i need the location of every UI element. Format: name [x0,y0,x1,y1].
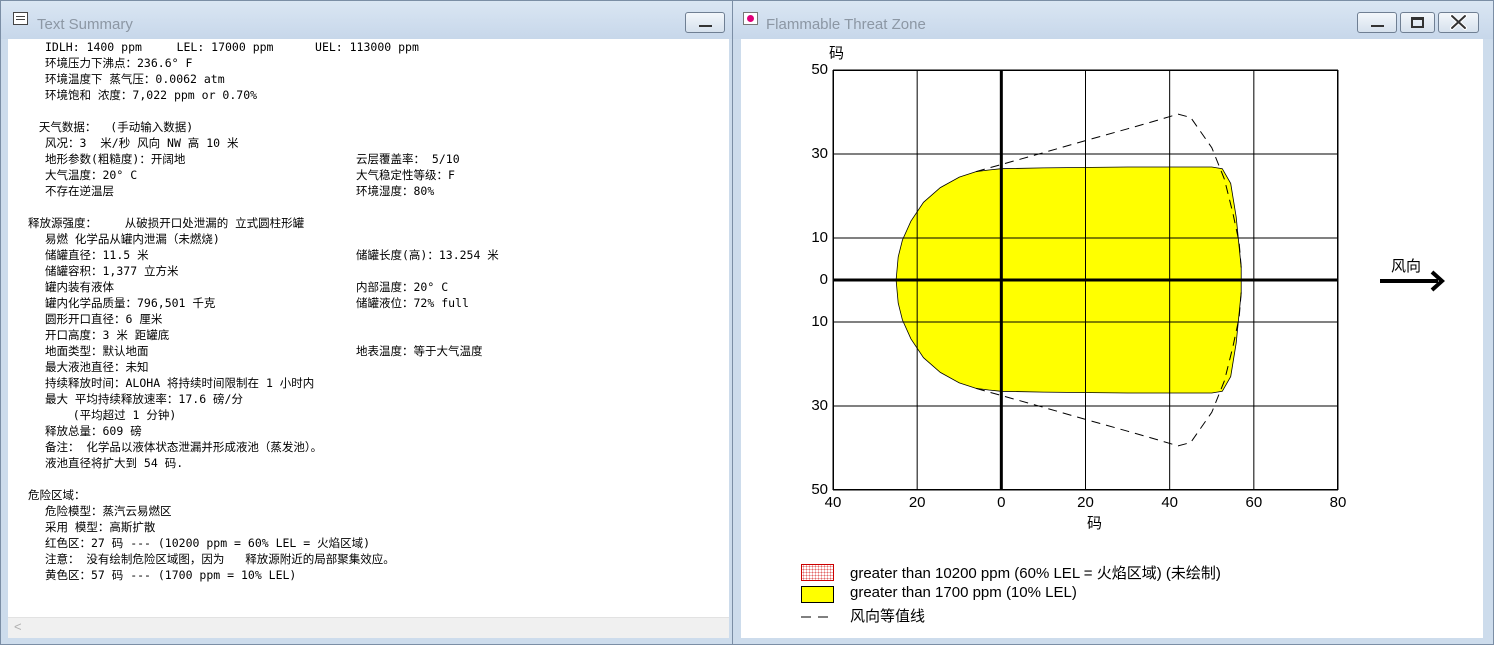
summary-line: 注意： 没有绘制危险区域图，因为 释放源附近的局部聚集效应。 [45,552,395,566]
legend-swatch-red-zone [801,564,834,581]
summary-line: 风况：3 米/秒 风向 NW 高 10 米 [45,136,239,150]
summary-line: 黄色区：57 码 --- (1700 ppm = 10% LEL) [45,568,297,582]
y-tick-label: 30 [811,145,828,162]
summary-line-right: 储罐长度(高)：13.254 米 [356,248,499,262]
y-tick-label: 50 [811,481,828,498]
summary-line-right: 云层覆盖率： 5/10 [356,152,460,166]
window-title: Flammable Threat Zone [766,16,926,33]
x-tick-label: 40 [1161,494,1178,511]
summary-line: 危险模型：蒸汽云易燃区 [45,504,172,518]
summary-line: 环境饱和 浓度：7,022 ppm or 0.70% [45,88,258,102]
summary-line: 易燃 化学品从罐内泄漏（未燃烧) [45,232,220,246]
minimize-button[interactable] [1357,12,1397,33]
summary-line: 环境温度下 蒸气压：0.0062 atm [45,72,225,86]
maximize-icon [1411,17,1424,28]
y-axis-unit: 码 [829,45,845,62]
close-button[interactable] [1438,12,1479,33]
horizontal-scrollbar[interactable]: < [8,617,729,638]
legend-label-red-zone: greater than 10200 ppm (60% LEL = 火焰区域) … [850,565,1221,582]
summary-line-right: 地表温度：等于大气温度 [356,344,483,358]
legend-label-yellow-zone: greater than 1700 ppm (10% LEL) [850,584,1077,601]
summary-line: 液池直径将扩大到 54 码. [45,456,184,470]
x-tick-label: 20 [908,494,926,511]
minimize-icon [1371,25,1384,27]
maximize-button[interactable] [1400,12,1435,33]
summary-line-right: 储罐液位：72% full [356,296,469,310]
summary-line: 释放源强度： 从破损开口处泄漏的 立式圆柱形罐 [28,216,305,230]
summary-line: 地形参数(粗糙度)：开阔地 [45,152,186,166]
summary-line: 储罐容积：1,377 立方米 [45,264,179,278]
summary-line: IDLH: 1400 ppm LEL: 17000 ppm UEL: 11300… [45,40,419,54]
wind-arrow-icon [1380,270,1445,292]
summary-line: 天气数据： (手动输入数据) [32,120,194,134]
summary-line: 最大液池直径：未知 [45,360,149,374]
summary-line: 开口高度：3 米 距罐底 [45,328,170,342]
summary-line: 最大 平均持续释放速率：17.6 磅/分 [45,392,243,406]
summary-line: (平均超过 1 分钟) [45,408,177,422]
y-tick-label: 0 [819,271,828,288]
summary-line: 地面类型：默认地面 [45,344,149,358]
title-bar[interactable]: Text Summary [1,1,736,39]
scroll-left-icon[interactable]: < [14,619,22,634]
legend-swatch-dashed-line [801,616,835,618]
app-icon [743,12,758,25]
summary-content: IDLH: 1400 ppm LEL: 17000 ppm UEL: 11300… [8,39,729,638]
plot-frame [833,70,1338,490]
summary-line: 危险区域： [28,488,86,502]
title-bar[interactable]: Flammable Threat Zone [733,1,1493,39]
summary-line: 储罐直径：11.5 米 [45,248,149,262]
x-tick-label: 0 [997,494,1006,511]
x-tick-label: 80 [1329,494,1347,511]
window-title: Text Summary [37,16,133,33]
text-summary-window: Text Summary IDLH: 1400 ppm LEL: 17000 p… [0,0,737,645]
y-tick-label: 30 [811,397,828,414]
y-tick-label: 10 [811,229,828,246]
summary-line-right: 环境湿度：80% [356,184,435,198]
summary-line: 圆形开口直径：6 厘米 [45,312,163,326]
minimize-button[interactable] [685,12,725,33]
summary-line: 罐内装有液体 [45,280,114,294]
y-tick-label: 10 [811,313,828,330]
summary-line: 采用 模型：高斯扩散 [45,520,156,534]
summary-line: 大气温度：20° C [45,168,138,182]
y-tick-label: 50 [811,61,828,78]
x-axis-unit: 码 [1087,515,1103,532]
x-tick-label: 60 [1245,494,1263,511]
summary-line: 释放总量：609 磅 [45,424,142,438]
document-icon [13,12,28,25]
summary-line: 红色区：27 码 --- (10200 ppm = 60% LEL = 火焰区域… [45,536,371,550]
minimize-icon [699,25,712,27]
summary-line: 持续释放时间：ALOHA 将持续时间限制在 1 小时内 [45,376,315,390]
summary-line-right: 内部温度：20° C [356,280,449,294]
summary-line: 备注： 化学品以液体状态泄漏并形成液池（蒸发池）。 [45,440,323,454]
x-tick-label: 20 [1077,494,1094,511]
summary-line: 罐内化学品质量：796,501 千克 [45,296,216,310]
summary-line-right: 大气稳定性等级：F [356,168,455,182]
legend-label-dashed-line: 风向等值线 [850,608,926,625]
close-icon [1450,14,1467,30]
legend-swatch-yellow-zone [801,586,834,603]
summary-line: 不存在逆温层 [45,184,114,198]
summary-line: 环境压力下沸点：236.6° F [45,56,193,70]
